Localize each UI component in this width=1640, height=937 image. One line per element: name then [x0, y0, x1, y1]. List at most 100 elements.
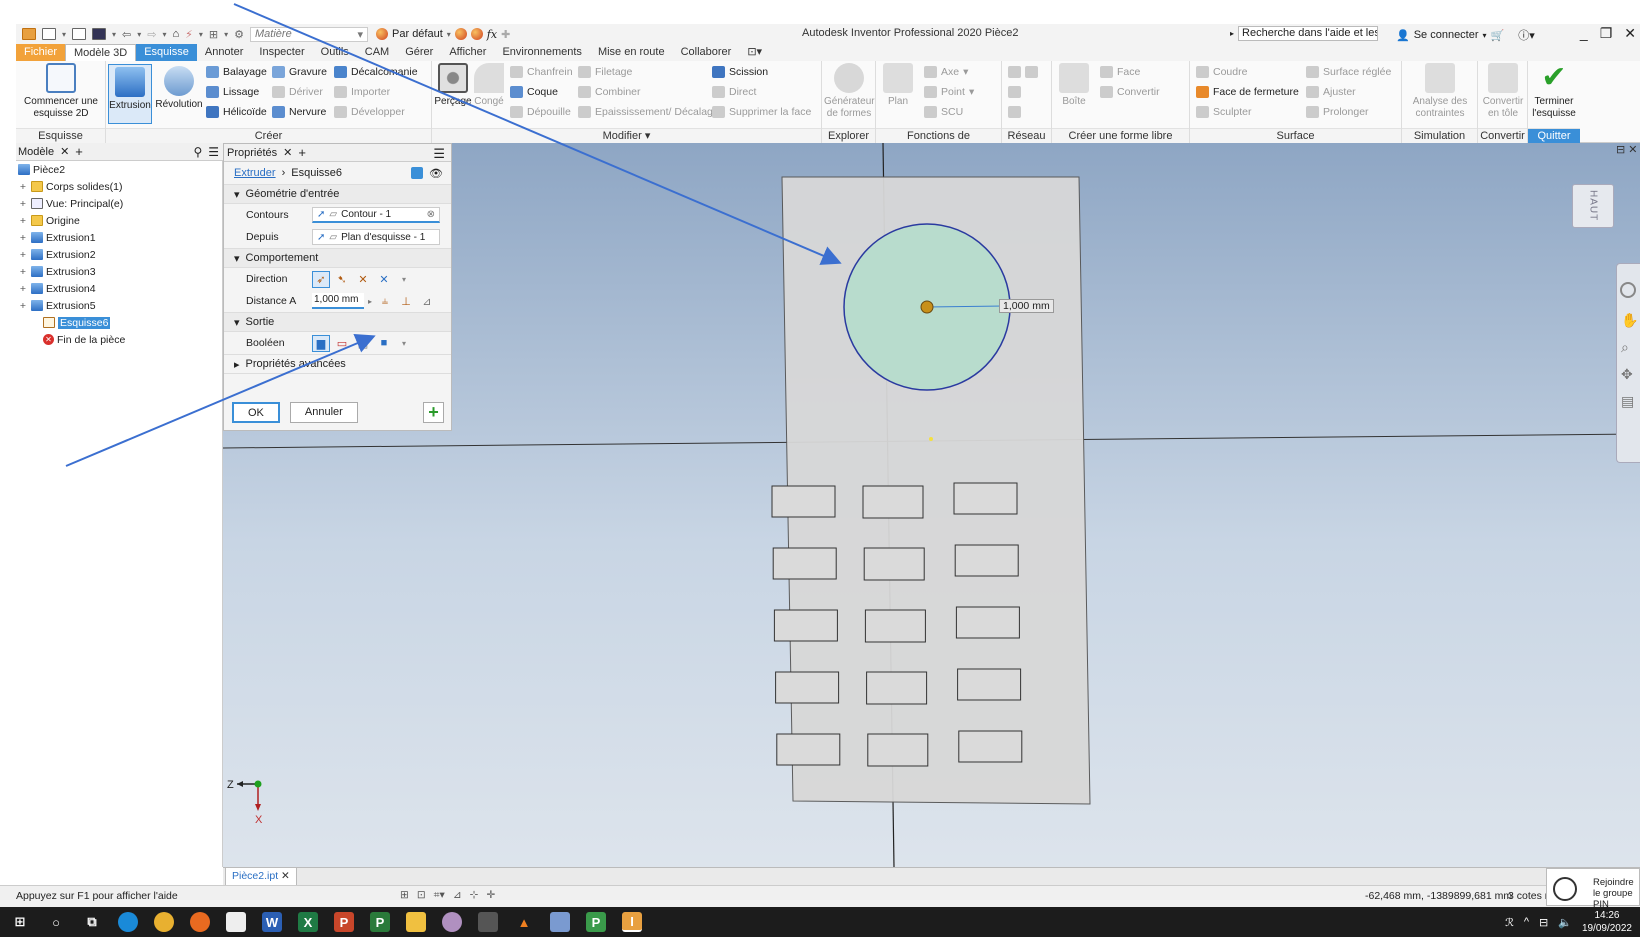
menu-icon[interactable]: ☰ [208, 145, 219, 159]
slot-cutout[interactable] [953, 482, 1018, 515]
cut-button[interactable]: ▭ [333, 335, 351, 352]
chanfrein-button[interactable]: Chanfrein [510, 66, 573, 78]
boolean-dropdown[interactable]: ▾ [402, 339, 406, 348]
direction-dropdown[interactable]: ▾ [402, 275, 406, 284]
add-icon[interactable]: ✚ [501, 28, 510, 41]
help-search-input[interactable]: Recherche dans l'aide et les com [1238, 26, 1379, 41]
slot-cutout[interactable] [958, 730, 1023, 763]
task-view-icon[interactable]: ⧉ [82, 912, 102, 932]
paint-icon[interactable] [550, 912, 570, 932]
slot-cutout[interactable] [867, 733, 929, 767]
excel-icon[interactable]: X [298, 912, 318, 932]
expand-toggle[interactable]: + [18, 181, 28, 193]
depouille-button[interactable]: Dépouille [510, 106, 571, 118]
preset-icon[interactable] [411, 167, 424, 179]
tree-item[interactable]: Pièce2 [16, 161, 222, 178]
vlc-icon[interactable]: ▲ [514, 912, 534, 932]
terminer-esquisse-button[interactable]: ✔ Terminer l'esquisse [1530, 63, 1578, 120]
direction-symmetric-button[interactable]: ✕ [354, 271, 372, 288]
new-icon[interactable] [42, 28, 56, 40]
slot-cutout[interactable] [776, 733, 841, 766]
direct-button[interactable]: Direct [712, 86, 756, 98]
convertir-button[interactable]: Convertir [1100, 86, 1160, 98]
slot-cutout[interactable] [771, 485, 836, 518]
tree-item[interactable]: + Extrusion1 [16, 229, 222, 246]
filetage-button[interactable]: Filetage [578, 66, 632, 78]
home-icon[interactable]: ⌂ [173, 28, 180, 40]
cloud-icon[interactable] [442, 912, 462, 932]
expand-toggle[interactable]: + [18, 198, 28, 210]
tree-item[interactable]: + Extrusion5 [16, 297, 222, 314]
ajuster-button[interactable]: Ajuster [1306, 86, 1356, 98]
calculator-icon[interactable] [478, 912, 498, 932]
tree-item[interactable]: + Extrusion4 [16, 280, 222, 297]
section-behavior[interactable]: ▾ Comportement [224, 248, 451, 268]
tab-proprietes[interactable]: Propriétés [227, 147, 277, 159]
developper-button[interactable]: Développer [334, 106, 405, 118]
join-group-popup[interactable]: Rejoindre le groupe PIN [1546, 868, 1640, 910]
sketch-pattern-button[interactable] [1008, 106, 1021, 118]
sculpter-button[interactable]: Sculpter [1196, 106, 1252, 118]
expand-toggle[interactable]: + [18, 283, 28, 295]
expand-toggle[interactable]: + [18, 215, 28, 227]
to-next-button[interactable]: ⊿ [418, 293, 436, 310]
slot-cutout[interactable] [954, 544, 1019, 577]
start-sketch-button[interactable]: Commencer une esquisse 2D [20, 63, 102, 120]
viewcube[interactable]: HAUT [1572, 184, 1614, 228]
sign-in-button[interactable]: 👤 Se connecter ▾ 🛒 ⓘ▾ [1396, 27, 1535, 43]
grid-icon[interactable]: ⊞ [400, 889, 409, 902]
chrome-icon[interactable] [154, 912, 174, 932]
circ-pattern-button[interactable] [1008, 86, 1021, 98]
through-all-button[interactable]: ⫨ [376, 293, 394, 310]
center-point[interactable] [920, 300, 934, 314]
convertir-tole-button[interactable]: Convertir en tôle [1480, 63, 1526, 120]
settings-icon[interactable]: ⚙ [234, 28, 244, 41]
tree-item[interactable]: Esquisse6 [16, 314, 222, 331]
fx-icon[interactable]: fx [487, 28, 497, 41]
apply-add-button[interactable]: + [423, 402, 444, 423]
network-icon[interactable]: ⊟ [1539, 916, 1548, 929]
new-solid-button[interactable]: ■ [375, 335, 393, 352]
tab-modele[interactable]: Modèle [18, 146, 54, 158]
direction-asymmetric-button[interactable]: ✕ [375, 271, 393, 288]
tab-collaborer[interactable]: Collaborer [673, 44, 740, 61]
navigation-bar[interactable]: ✋ ⌕ ✥ ▤ [1616, 263, 1640, 463]
clear-icon[interactable]: ⊗ [427, 209, 435, 220]
tab-modele-3d[interactable]: Modèle 3D [65, 44, 137, 61]
tab-cam[interactable]: CAM [357, 44, 397, 61]
join-button[interactable]: ▆ [312, 334, 330, 352]
intersect-button[interactable]: ▣ [354, 335, 372, 352]
people-icon[interactable]: ℛ [1505, 916, 1514, 929]
ribbon-options-icon[interactable]: ⊡▾ [739, 44, 770, 61]
tab-afficher[interactable]: Afficher [441, 44, 494, 61]
panel-toggle-icon[interactable]: ⊟ ✕ [1616, 143, 1638, 156]
coque-button[interactable]: Coque [510, 86, 558, 98]
publisher-icon[interactable]: P [586, 912, 606, 932]
epaississement-button[interactable]: Epaississement/ Décalage [578, 106, 719, 118]
breadcrumb-extruder[interactable]: Extruder [234, 167, 276, 179]
edge-icon[interactable] [118, 912, 138, 932]
close-icon[interactable]: ✕ [60, 145, 69, 158]
expand-toggle[interactable]: + [18, 300, 28, 312]
menu-icon[interactable]: ☰ [433, 146, 445, 162]
extrusion-button[interactable]: Extrusion [108, 64, 152, 124]
doc-tab-piece2[interactable]: Pièce2.ipt ✕ [225, 868, 297, 886]
section-input-geometry[interactable]: ▾ Géométrie d'entrée [224, 184, 451, 204]
appearance-select[interactable]: Par défaut ▾ fx ✚ [376, 28, 510, 41]
tab-mise-en-route[interactable]: Mise en route [590, 44, 673, 61]
search-icon[interactable]: ⚲ [193, 145, 202, 159]
powerpoint-icon[interactable]: P [334, 912, 354, 932]
zoom-icon[interactable]: ⌕ [1621, 339, 1640, 356]
close-button[interactable]: ✕ [1624, 25, 1636, 42]
word-icon[interactable]: W [262, 912, 282, 932]
explorer-icon[interactable] [406, 912, 426, 932]
depuis-field[interactable]: ➚ ▱ Plan d'esquisse - 1 [312, 229, 440, 245]
cancel-button[interactable]: Annuler [289, 402, 358, 423]
supprimer-face-button[interactable]: Supprimer la face [712, 106, 811, 118]
slot-cutout[interactable] [863, 547, 925, 581]
section-advanced[interactable]: ▸ Propriétés avancées [224, 354, 451, 374]
ok-button[interactable]: OK [232, 402, 280, 423]
close-icon[interactable]: ✕ [283, 146, 292, 159]
to-button[interactable]: ⊥ [397, 293, 415, 310]
expand-toggle[interactable]: + [18, 266, 28, 278]
